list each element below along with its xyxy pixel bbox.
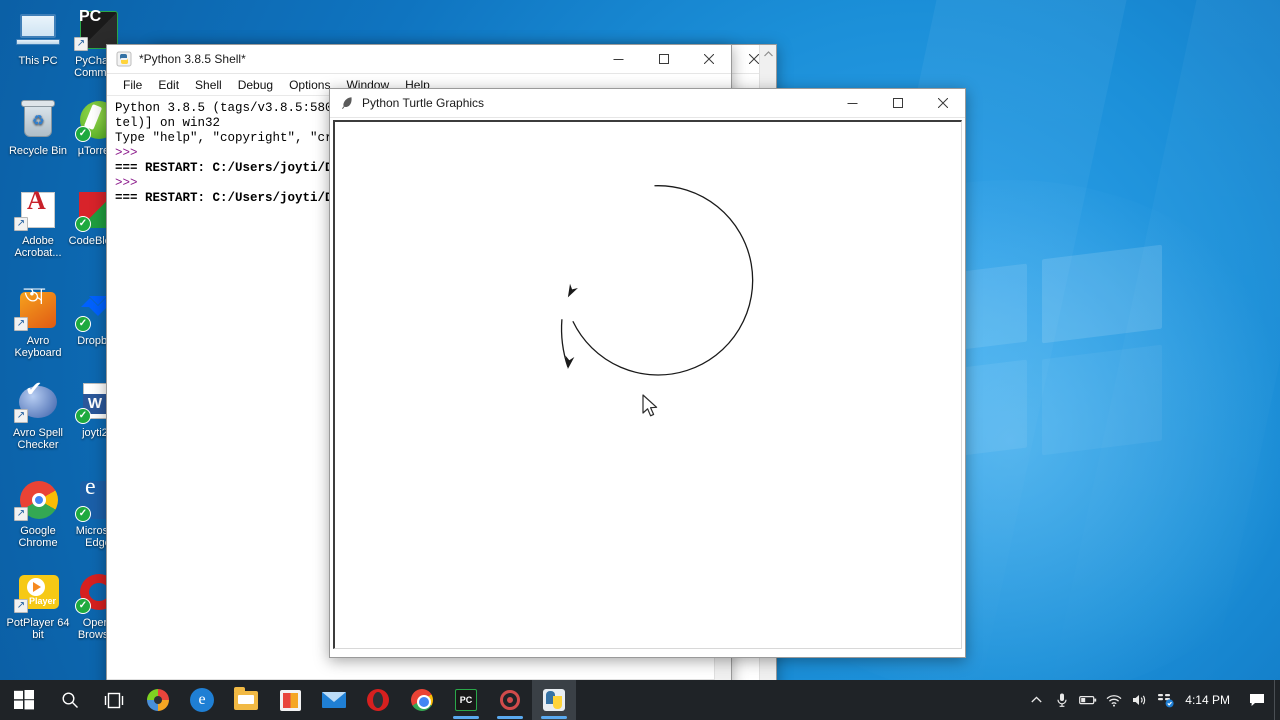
shortcut-arrow-icon: ↗ bbox=[14, 599, 28, 613]
scroll-up-icon[interactable] bbox=[760, 45, 777, 62]
volume-icon[interactable] bbox=[1127, 680, 1153, 720]
python-idle-icon bbox=[116, 51, 132, 67]
taskbar: e PC 4:14 PM bbox=[0, 680, 1280, 720]
shortcut-arrow-icon: ↗ bbox=[14, 507, 28, 521]
shortcut-arrow-icon: ↗ bbox=[74, 37, 88, 51]
desktop-screen: This PC ♻ Recycle Bin A ↗ Adobe Acrobat... অ ↗ A… bbox=[0, 0, 1280, 720]
idle-window-title: *Python 3.8.5 Shell* bbox=[139, 52, 246, 66]
turtle-drawing bbox=[560, 185, 754, 376]
taskbar-item-file-explorer[interactable] bbox=[224, 680, 268, 720]
paint-icon bbox=[147, 689, 169, 711]
menu-item-file[interactable]: File bbox=[115, 76, 150, 94]
taskbar-item-microsoft-store[interactable] bbox=[268, 680, 312, 720]
idle-maximize-button[interactable] bbox=[641, 45, 686, 74]
search-button[interactable] bbox=[48, 680, 92, 720]
turtle-titlebar[interactable]: Python Turtle Graphics bbox=[330, 89, 965, 118]
mail-icon bbox=[322, 692, 346, 708]
taskbar-item-python-idle[interactable] bbox=[532, 680, 576, 720]
system-tray: 4:14 PM bbox=[1023, 680, 1280, 720]
turtle-maximize-button[interactable] bbox=[875, 89, 920, 118]
taskbar-item-screen-recorder[interactable] bbox=[488, 680, 532, 720]
onedrive-sync-icon[interactable] bbox=[1153, 680, 1179, 720]
show-desktop-button[interactable] bbox=[1274, 680, 1280, 720]
idle-titlebar[interactable]: *Python 3.8.5 Shell* bbox=[107, 45, 731, 74]
action-center-button[interactable] bbox=[1240, 680, 1274, 720]
python-icon bbox=[543, 689, 565, 711]
edge-icon: e bbox=[190, 688, 214, 712]
menu-item-debug[interactable]: Debug bbox=[230, 76, 281, 94]
taskbar-item-mail[interactable] bbox=[312, 680, 356, 720]
idle-minimize-button[interactable] bbox=[596, 45, 641, 74]
shortcut-arrow-icon: ↗ bbox=[14, 317, 28, 331]
menu-item-shell[interactable]: Shell bbox=[187, 76, 230, 94]
turtle-large-arc bbox=[572, 185, 754, 376]
potplayer-icon: Player ↗ bbox=[14, 570, 62, 614]
shortcut-arrow-icon: ↗ bbox=[14, 409, 28, 423]
pc-icon bbox=[14, 8, 62, 52]
turtle-window-controls bbox=[830, 89, 965, 118]
turtle-canvas-area[interactable] bbox=[333, 120, 962, 649]
taskbar-item-google-chrome[interactable] bbox=[400, 680, 444, 720]
record-icon bbox=[500, 690, 520, 710]
spell-icon: ✔ ↗ bbox=[14, 379, 62, 424]
turtle-window-title: Python Turtle Graphics bbox=[362, 96, 485, 110]
shortcut-arrow-icon: ↗ bbox=[14, 217, 28, 231]
battery-icon[interactable] bbox=[1075, 680, 1101, 720]
turtle-minimize-button[interactable] bbox=[830, 89, 875, 118]
microphone-icon[interactable] bbox=[1049, 680, 1075, 720]
chrome-icon: ↗ bbox=[14, 478, 62, 522]
turtle-close-button[interactable] bbox=[920, 89, 965, 118]
avro-icon: অ ↗ bbox=[14, 285, 62, 332]
sync-check-icon: ✓ bbox=[75, 316, 91, 332]
store-icon bbox=[279, 689, 301, 711]
python-turtle-graphics-window[interactable]: Python Turtle Graphics bbox=[329, 88, 966, 658]
sync-check-icon: ✓ bbox=[75, 598, 91, 614]
taskbar-item-pycharm[interactable]: PC bbox=[444, 680, 488, 720]
sync-check-icon: ✓ bbox=[75, 216, 91, 232]
taskbar-item-paint-3d[interactable] bbox=[136, 680, 180, 720]
folder-icon bbox=[234, 686, 258, 710]
taskbar-clock[interactable]: 4:14 PM bbox=[1179, 693, 1240, 707]
menu-item-edit[interactable]: Edit bbox=[150, 76, 187, 94]
taskbar-app-list: e PC bbox=[136, 680, 576, 720]
chrome-icon bbox=[411, 689, 433, 711]
bin-icon: ♻ bbox=[14, 98, 62, 142]
turtle-feather-icon bbox=[339, 95, 355, 111]
sync-check-icon: ✓ bbox=[75, 408, 91, 424]
turtle-arrowhead bbox=[567, 283, 578, 298]
taskbar-item-opera[interactable] bbox=[356, 680, 400, 720]
wifi-icon[interactable] bbox=[1101, 680, 1127, 720]
start-button[interactable] bbox=[0, 680, 48, 720]
task-view-button[interactable] bbox=[92, 680, 136, 720]
opera-icon bbox=[367, 689, 389, 711]
sync-check-icon: ✓ bbox=[75, 126, 91, 142]
acrobat-icon: A ↗ bbox=[14, 188, 62, 232]
show-hidden-icons-button[interactable] bbox=[1023, 680, 1049, 720]
idle-window-controls bbox=[596, 45, 731, 74]
sync-check-icon: ✓ bbox=[75, 506, 91, 522]
idle-close-button[interactable] bbox=[686, 45, 731, 74]
taskbar-item-microsoft-edge[interactable]: e bbox=[180, 680, 224, 720]
pycharm-icon: PC bbox=[455, 689, 477, 711]
